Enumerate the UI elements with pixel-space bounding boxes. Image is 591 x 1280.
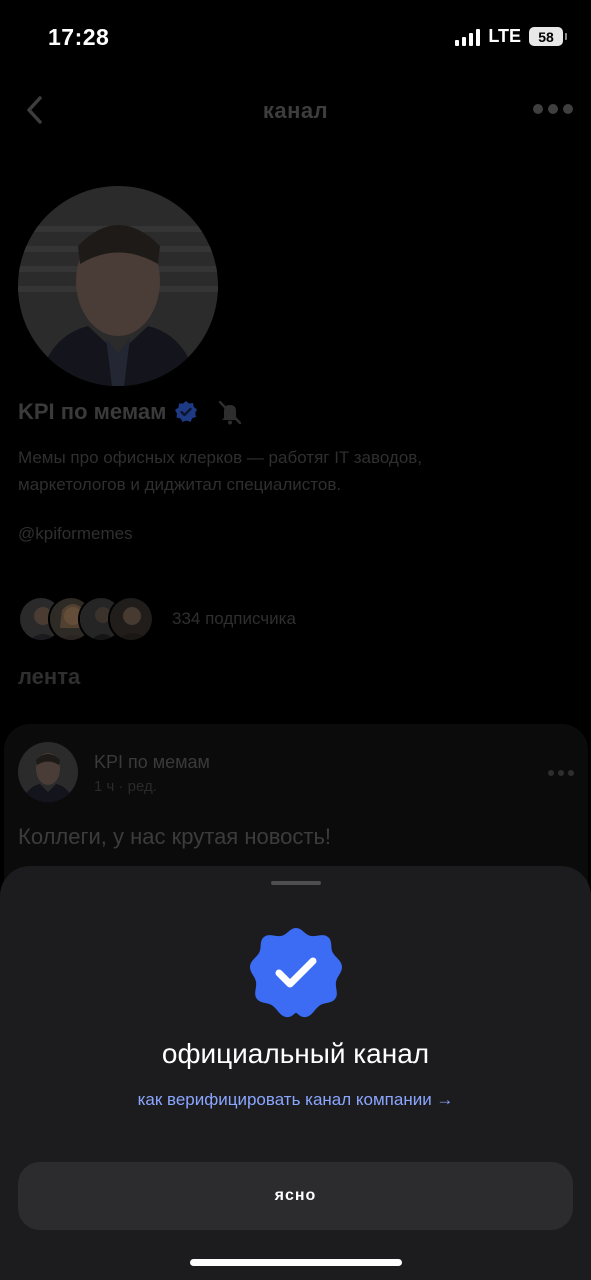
home-indicator[interactable] [190, 1259, 402, 1266]
subscriber-count: 334 подписчика [172, 609, 296, 628]
status-indicators: LTE 58 [455, 26, 567, 47]
post-meta: 1 ч · ред. [94, 778, 157, 795]
signal-icon [455, 28, 481, 46]
channel-name: KPI по мемам [18, 399, 167, 424]
description-line: маркетологов и диджитал специалистов. [18, 475, 342, 494]
verified-badge-icon [250, 928, 342, 1018]
channel-avatar[interactable] [18, 186, 218, 386]
post-text: Коллеги, у нас крутая новость! [18, 824, 332, 849]
channel-description: Мемы про офисных клерков — работяг IT за… [18, 444, 478, 498]
verification-sheet: официальный канал как верифицировать кан… [0, 866, 591, 1280]
feed-heading: лента [18, 664, 81, 689]
network-label: LTE [488, 26, 521, 46]
status-time: 17:28 [48, 24, 110, 50]
verify-company-link[interactable]: как верифицировать канал компании → [0, 1090, 591, 1110]
subscriber-avatars [18, 596, 158, 642]
more-options-icon[interactable] [533, 104, 573, 114]
nav-bar: канал [0, 84, 591, 136]
verified-badge-icon[interactable] [174, 400, 198, 424]
subscribers-row[interactable]: 334 подписчика [18, 596, 296, 642]
battery-icon: 58 [529, 27, 567, 46]
sheet-grabber[interactable] [271, 881, 321, 885]
subscriber-avatar [108, 596, 154, 642]
page-title: канал [262, 98, 329, 123]
channel-handle[interactable]: @kpiformemes [18, 524, 133, 544]
post-more-icon[interactable] [548, 770, 574, 776]
description-line: Мемы про офисных клерков — работяг IT за… [18, 448, 423, 467]
ok-button[interactable]: ясно [18, 1162, 573, 1230]
channel-name-row: KPI по мемам [18, 398, 244, 426]
sheet-title: официальный канал [161, 1038, 430, 1069]
battery-level: 58 [538, 28, 554, 45]
muted-bell-icon[interactable] [216, 398, 244, 426]
post-author-name[interactable]: KPI по мемам [94, 752, 210, 773]
post-author-avatar[interactable] [18, 742, 78, 802]
status-bar: 17:28 LTE 58 [0, 0, 591, 76]
